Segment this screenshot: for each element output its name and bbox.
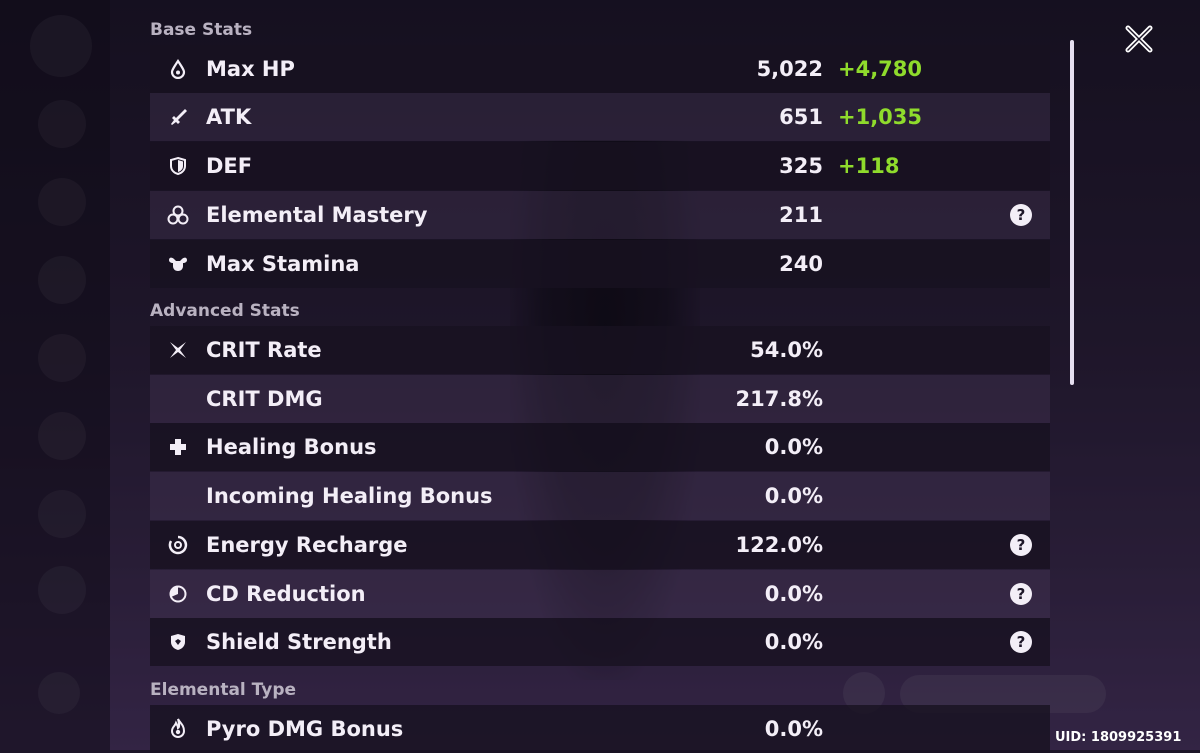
stat-row-cd-reduction: CD Reduction 0.0% ?: [150, 570, 1050, 618]
stat-value: 0.0%: [764, 717, 823, 741]
stat-value: 211: [779, 203, 823, 227]
stat-row-crit-dmg: CRIT DMG 217.8%: [150, 375, 1050, 423]
stat-label: CRIT DMG: [206, 387, 323, 411]
section-title-base: Base Stats: [150, 20, 253, 40]
stat-row-energy-recharge: Energy Recharge 122.0% ?: [150, 521, 1050, 569]
stat-label: Max HP: [206, 57, 295, 81]
stat-row-atk: ATK 651 +1,035: [150, 93, 1050, 141]
stat-row-incoming-healing-bonus: Incoming Healing Bonus 0.0%: [150, 472, 1050, 520]
stat-label: DEF: [206, 154, 253, 178]
help-button[interactable]: ?: [1010, 534, 1032, 556]
help-icon: ?: [1010, 204, 1032, 226]
section-title-advanced: Advanced Stats: [150, 301, 300, 321]
stat-row-def: DEF 325 +118: [150, 142, 1050, 190]
stat-label: CD Reduction: [206, 582, 366, 606]
scroll-thumb[interactable]: [1070, 40, 1074, 385]
help-button[interactable]: ?: [1010, 204, 1032, 226]
healing-cross-icon: [150, 437, 206, 457]
help-icon: ?: [1010, 583, 1032, 605]
cd-reduction-icon: [150, 584, 206, 604]
close-icon: [1125, 25, 1153, 53]
stat-label: Healing Bonus: [206, 435, 377, 459]
help-icon: ?: [1010, 631, 1032, 653]
shield-strength-icon: [150, 632, 206, 652]
stat-row-healing-bonus: Healing Bonus 0.0%: [150, 423, 1050, 471]
stat-label: Incoming Healing Bonus: [206, 484, 493, 508]
close-button[interactable]: [1118, 18, 1160, 60]
help-icon: ?: [1010, 534, 1032, 556]
stat-value: 54.0%: [750, 338, 823, 362]
mastery-icon: [150, 205, 206, 225]
stat-bonus: +1,035: [838, 105, 923, 129]
stat-row-pyro-dmg-bonus: Pyro DMG Bonus 0.0%: [150, 705, 1050, 753]
stat-value: 217.8%: [735, 387, 823, 411]
stat-label: ATK: [206, 105, 252, 129]
stamina-icon: [150, 254, 206, 274]
sword-icon: [150, 107, 206, 127]
stat-value: 0.0%: [764, 582, 823, 606]
stat-row-elemental-mastery: Elemental Mastery 211 ?: [150, 191, 1050, 239]
stat-value: 0.0%: [764, 630, 823, 654]
scrollbar[interactable]: [1068, 36, 1076, 751]
stat-value: 651: [779, 105, 823, 129]
stat-label: CRIT Rate: [206, 338, 322, 362]
stat-value: 240: [779, 252, 823, 276]
stat-label: Shield Strength: [206, 630, 392, 654]
stat-value: 122.0%: [735, 533, 823, 557]
stat-value: 0.0%: [764, 435, 823, 459]
pyro-icon: [150, 718, 206, 740]
section-title-elemental: Elemental Type: [150, 680, 297, 700]
shield-icon: [150, 156, 206, 176]
hp-drop-icon: [150, 59, 206, 79]
stat-bonus: +4,780: [838, 57, 923, 81]
stat-label: Max Stamina: [206, 252, 360, 276]
stat-row-max-stamina: Max Stamina 240: [150, 240, 1050, 288]
stat-label: Elemental Mastery: [206, 203, 428, 227]
help-button[interactable]: ?: [1010, 631, 1032, 653]
crit-rate-icon: [150, 340, 206, 360]
stat-row-crit-rate: CRIT Rate 54.0%: [150, 326, 1050, 374]
energy-recharge-icon: [150, 535, 206, 555]
stat-row-max-hp: Max HP 5,022 +4,780: [150, 45, 1050, 93]
stat-bonus: +118: [838, 154, 900, 178]
stat-label: Energy Recharge: [206, 533, 408, 557]
stat-label: Pyro DMG Bonus: [206, 717, 404, 741]
stat-value: 0.0%: [764, 484, 823, 508]
stat-value: 325: [779, 154, 823, 178]
uid-label: UID: 1809925391: [1055, 730, 1182, 745]
stat-value: 5,022: [756, 57, 823, 81]
help-button[interactable]: ?: [1010, 583, 1032, 605]
stat-row-shield-strength: Shield Strength 0.0% ?: [150, 618, 1050, 666]
